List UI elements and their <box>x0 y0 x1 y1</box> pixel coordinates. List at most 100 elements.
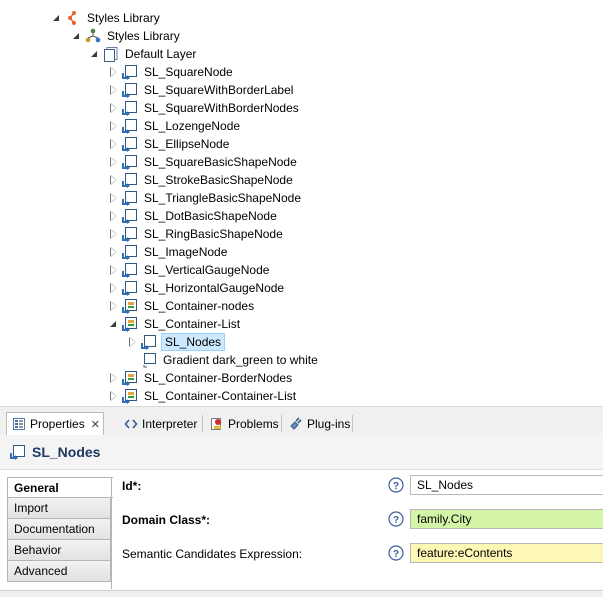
expand-twisty[interactable] <box>90 45 100 63</box>
collapse-twisty[interactable] <box>109 387 119 405</box>
tab-properties[interactable]: Properties ✕ <box>6 412 104 435</box>
collapse-twisty[interactable] <box>109 63 119 81</box>
viewpoint-icon <box>85 28 101 44</box>
help-icon[interactable]: ? <box>388 477 404 493</box>
expand-twisty[interactable] <box>109 315 119 333</box>
tree-row-label: SL_ImageNode <box>144 245 228 259</box>
field-row-id: Id*: ? SL_Nodes <box>122 475 603 497</box>
collapse-twisty[interactable] <box>109 117 119 135</box>
tree-row-sl-imagenode[interactable]: SL_ImageNode <box>109 243 229 261</box>
layer-icon <box>103 46 119 62</box>
tree-row-sl-container-bordernodes[interactable]: SL_Container-BorderNodes <box>109 369 294 387</box>
container-mapping-icon <box>122 298 138 314</box>
container-mapping-icon <box>122 388 138 404</box>
tree-row-sl-verticalgaugenode[interactable]: SL_VerticalGaugeNode <box>109 261 271 279</box>
collapse-twisty[interactable] <box>109 99 119 117</box>
tab-label: Problems <box>228 416 279 431</box>
tree-row-sl-squarenode[interactable]: SL_SquareNode <box>109 63 235 81</box>
semantic-candidates-field[interactable]: feature:eContents <box>410 543 603 563</box>
semantic-candidates-label: Semantic Candidates Expression: <box>122 547 303 561</box>
collapse-twisty[interactable] <box>109 225 119 243</box>
node-mapping-icon <box>122 262 138 278</box>
tab-label: Interpreter <box>142 416 198 431</box>
collapse-twisty[interactable] <box>128 333 138 351</box>
help-icon[interactable]: ? <box>388 545 404 561</box>
node-mapping-icon <box>122 154 138 170</box>
collapse-twisty[interactable] <box>109 171 119 189</box>
properties-view: SL_Nodes General Import Documentation Be… <box>0 435 603 596</box>
section-tab-advanced[interactable]: Advanced <box>7 561 111 582</box>
tree-row-label: SL_Nodes <box>161 333 226 351</box>
tree-row-sl-container-list[interactable]: SL_Container-List <box>109 315 242 333</box>
collapse-twisty[interactable] <box>109 261 119 279</box>
tree-row-label: Gradient dark_green to white <box>163 353 318 367</box>
node-mapping-icon <box>122 118 138 134</box>
node-mapping-icon <box>122 190 138 206</box>
tree-row-label: SL_LozengeNode <box>144 119 241 133</box>
tab-problems[interactable]: Problems <box>205 413 284 434</box>
node-mapping-icon <box>141 334 157 350</box>
close-icon[interactable]: ✕ <box>91 418 100 431</box>
tree-row-sl-squarewithbordernodes[interactable]: SL_SquareWithBorderNodes <box>109 99 301 117</box>
svg-text:?: ? <box>393 515 399 526</box>
tree-row-sl-dotbasicshapenode[interactable]: SL_DotBasicShapeNode <box>109 207 279 225</box>
tab-separator <box>281 415 282 432</box>
plugins-icon <box>289 416 303 431</box>
collapse-twisty[interactable] <box>109 189 119 207</box>
field-row-semantic-candidates: Semantic Candidates Expression: ? featur… <box>122 543 603 565</box>
tree-row-sl-ellipsenode[interactable]: SL_EllipseNode <box>109 135 231 153</box>
collapse-twisty[interactable] <box>109 153 119 171</box>
id-label: Id*: <box>122 479 142 493</box>
collapse-twisty[interactable] <box>109 243 119 261</box>
tree-row-sl-lozengenode[interactable]: SL_LozengeNode <box>109 117 242 135</box>
collapse-twisty[interactable] <box>109 279 119 297</box>
tree-row-label: SL_Container-nodes <box>144 299 255 313</box>
section-tab-import[interactable]: Import <box>7 498 111 519</box>
tree-row-sl-squarewithborderlabel[interactable]: SL_SquareWithBorderLabel <box>109 81 295 99</box>
collapse-twisty[interactable] <box>109 297 119 315</box>
tree-row-sl-container-nodes[interactable]: SL_Container-nodes <box>109 297 256 315</box>
expand-twisty[interactable] <box>72 27 82 45</box>
collapse-twisty[interactable] <box>109 135 119 153</box>
tree-row-styles-library-viewpoint[interactable]: Styles Library <box>72 27 182 45</box>
view-tab-bar: Properties ✕ Interpreter Problems Plug-i… <box>0 411 603 436</box>
tree-row-sl-trianglebasicshapenode[interactable]: SL_TriangleBasicShapeNode <box>109 189 303 207</box>
id-field[interactable]: SL_Nodes <box>410 475 603 495</box>
tree-row-sl-ringbasicshapenode[interactable]: SL_RingBasicShapeNode <box>109 225 285 243</box>
section-tab-general[interactable]: General <box>7 477 113 498</box>
field-row-domain-class: Domain Class*: ? family.City <box>122 509 603 531</box>
tree-row-sl-strokebasicshapenode[interactable]: SL_StrokeBasicShapeNode <box>109 171 295 189</box>
tree-row-sl-nodes[interactable]: SL_Nodes <box>128 333 226 351</box>
properties-icon <box>12 417 26 431</box>
tree-row-sl-squarebasicshapenode[interactable]: SL_SquareBasicShapeNode <box>109 153 299 171</box>
help-icon[interactable]: ? <box>388 511 404 527</box>
tree-row-label: SL_EllipseNode <box>144 137 230 151</box>
expand-twisty[interactable] <box>52 9 62 27</box>
tab-interpreter[interactable]: Interpreter <box>119 413 202 434</box>
properties-header: SL_Nodes <box>0 435 603 470</box>
tree-row-sl-horizontalgaugenode[interactable]: SL_HorizontalGaugeNode <box>109 279 286 297</box>
domain-class-field[interactable]: family.City <box>410 509 603 529</box>
collapse-twisty[interactable] <box>109 81 119 99</box>
tree-row-label: SL_Container-List <box>144 317 241 331</box>
tab-label: Plug-ins <box>307 416 351 431</box>
tab-separator <box>352 415 353 432</box>
collapse-twisty[interactable] <box>109 207 119 225</box>
tree-row-default-layer[interactable]: Default Layer <box>90 45 198 63</box>
tab-plug-ins[interactable]: Plug-ins <box>284 413 355 434</box>
tree-row-sl-container-container-list[interactable]: SL_Container-Container-List <box>109 387 298 405</box>
tree-row-styles-library-group[interactable]: Styles Library <box>52 9 162 27</box>
node-mapping-icon <box>122 226 138 242</box>
mapping-tree: Styles Library Styles Library Default La… <box>0 0 603 406</box>
interpreter-icon <box>124 417 138 431</box>
node-mapping-icon <box>122 136 138 152</box>
node-mapping-icon <box>122 244 138 260</box>
tree-row-label: SL_Container-Container-List <box>144 389 297 403</box>
section-tabs: General Import Documentation Behavior Ad… <box>7 477 113 582</box>
section-tab-documentation[interactable]: Documentation <box>7 519 111 540</box>
gradient-style-icon <box>141 352 157 368</box>
tree-row-label: SL_SquareNode <box>144 65 233 79</box>
section-tab-behavior[interactable]: Behavior <box>7 540 111 561</box>
tree-row-gradient-style[interactable]: Gradient dark_green to white <box>128 351 320 369</box>
collapse-twisty[interactable] <box>109 369 119 387</box>
